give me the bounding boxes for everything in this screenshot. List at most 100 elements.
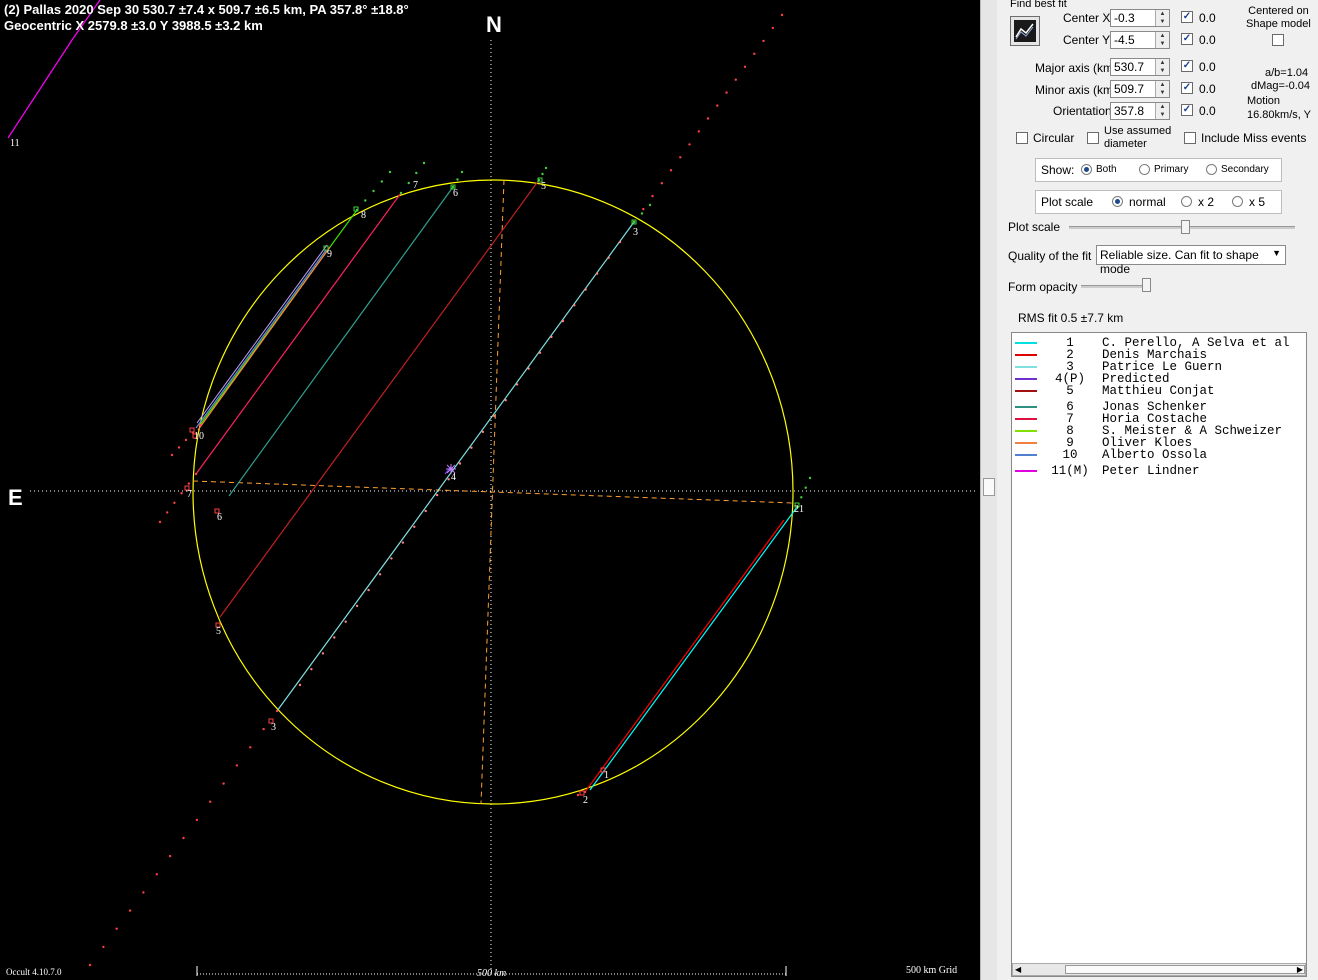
extension-dot xyxy=(808,476,812,480)
circular-checkbox[interactable] xyxy=(1016,132,1028,144)
extension-dot xyxy=(632,220,636,224)
chord-label: 3 xyxy=(633,227,638,238)
scroll-left-icon[interactable]: ◀ xyxy=(1015,965,1021,974)
form-opacity-label: Form opacity xyxy=(1008,280,1078,294)
extension-dot xyxy=(541,172,544,176)
extension-dot xyxy=(743,65,747,69)
extension-dot xyxy=(422,161,426,165)
center-y-fit-checkbox[interactable]: ✓ xyxy=(1181,33,1193,45)
find-best-fit-button[interactable] xyxy=(1010,16,1040,46)
north-label: N xyxy=(486,12,502,37)
major-axis-input[interactable]: 530.7 ▲ ▼ xyxy=(1110,58,1170,76)
center-x-fit-checkbox[interactable]: ✓ xyxy=(1181,11,1193,23)
grid-label: 500 km Grid xyxy=(906,965,958,976)
legend-number: 5 xyxy=(1066,384,1074,398)
extension-dot xyxy=(298,683,302,687)
extension-dot xyxy=(344,620,347,623)
extension-dot xyxy=(460,170,464,174)
legend-color-swatch xyxy=(1015,470,1037,472)
observer-legend[interactable]: 1 C. Perello, A Selva et al 2 Denis Marchai… xyxy=(1011,332,1307,977)
scrollbar-thumb[interactable] xyxy=(983,478,995,496)
extension-dot xyxy=(538,351,542,354)
chord-label: 6 xyxy=(453,188,458,199)
extension-dot xyxy=(355,604,359,608)
extension-dot xyxy=(435,493,439,497)
form-opacity-slider-thumb[interactable] xyxy=(1142,278,1151,292)
extension-dot xyxy=(771,26,774,30)
minor-axis-value: 509.7 xyxy=(1114,82,1145,96)
scrollbar-thumb[interactable] xyxy=(1065,965,1305,974)
extension-dot xyxy=(640,212,644,215)
legend-color-swatch xyxy=(1015,378,1037,380)
center-y-input[interactable]: -4.5 ▲ ▼ xyxy=(1110,31,1170,49)
extension-dot xyxy=(115,927,118,930)
legend-number: 11(M) xyxy=(1051,464,1089,478)
extension-dot xyxy=(102,945,105,949)
extension-dot xyxy=(198,423,202,427)
extension-dot xyxy=(180,492,183,495)
legend-row[interactable]: 5 Matthieu Conjat xyxy=(1012,384,1306,398)
legend-observer-name: Alberto Ossola xyxy=(1102,448,1208,462)
minor-axis-input[interactable]: 509.7 ▲ ▼ xyxy=(1110,80,1170,98)
east-label: E xyxy=(8,485,23,510)
center-x-input[interactable]: -0.3 ▲ ▼ xyxy=(1110,9,1170,27)
show-secondary-radio[interactable] xyxy=(1206,164,1217,175)
legend-row[interactable]: 11(M) Peter Lindner xyxy=(1012,464,1306,478)
spin-arrows-icon[interactable]: ▲ ▼ xyxy=(1155,81,1169,97)
spin-arrows-icon[interactable]: ▲ ▼ xyxy=(1155,59,1169,75)
orientation-label: Orientation xyxy=(1053,104,1112,118)
scale-x5-radio[interactable] xyxy=(1232,196,1243,207)
chord-label: 4 xyxy=(451,472,456,483)
scroll-right-icon[interactable]: ▶ xyxy=(1297,965,1303,974)
extension-dot xyxy=(333,636,336,639)
extension-dot xyxy=(413,525,416,528)
show-group: Show: Both Primary Secondary xyxy=(1035,158,1282,182)
header-line-1: (2) Pallas 2020 Sep 30 530.7 ±7.4 x 509.… xyxy=(4,2,409,17)
extension-dot xyxy=(209,800,212,803)
extension-dot xyxy=(470,446,473,449)
include-miss-checkbox[interactable] xyxy=(1184,132,1196,144)
form-opacity-slider[interactable] xyxy=(1081,285,1146,288)
extension-dot xyxy=(573,304,576,307)
chord-label: 3 xyxy=(271,722,276,733)
extension-dot xyxy=(222,782,225,785)
minor-axis-fit-checkbox[interactable]: ✓ xyxy=(1181,82,1193,94)
show-primary-radio[interactable] xyxy=(1139,164,1150,175)
extension-dot xyxy=(716,104,719,107)
spin-arrows-icon[interactable]: ▲ ▼ xyxy=(1155,32,1169,48)
legend-horizontal-scrollbar[interactable]: ◀ ▶ xyxy=(1012,963,1306,976)
spin-arrows-icon[interactable]: ▲ ▼ xyxy=(1155,103,1169,119)
scale-normal-radio[interactable] xyxy=(1112,196,1123,207)
center-y-value: -4.5 xyxy=(1114,33,1135,47)
show-both-radio[interactable] xyxy=(1081,164,1092,175)
chord-label: 1 xyxy=(604,770,609,781)
extension-dot xyxy=(155,873,158,876)
extension-dot xyxy=(584,288,587,291)
center-y-label: Center Y xyxy=(1063,33,1111,47)
plot-scale-slider-thumb[interactable] xyxy=(1181,220,1190,234)
use-assumed-diameter-checkbox[interactable] xyxy=(1087,132,1099,144)
spin-arrows-icon[interactable]: ▲ ▼ xyxy=(1155,10,1169,26)
plot-canvas xyxy=(7,0,978,976)
legend-row[interactable]: 10 Alberto Ossola xyxy=(1012,448,1306,462)
scale-x2-label: x 2 xyxy=(1198,195,1215,209)
scale-x2-radio[interactable] xyxy=(1181,196,1192,207)
legend-color-swatch xyxy=(1015,366,1037,368)
extension-dot xyxy=(595,272,599,275)
major-axis-fit-checkbox[interactable]: ✓ xyxy=(1181,60,1193,72)
extension-dot xyxy=(544,166,548,170)
centered-on-shape-checkbox[interactable] xyxy=(1272,34,1284,46)
chord-label: 10 xyxy=(194,431,204,442)
include-miss-label: Include Miss events xyxy=(1201,131,1307,145)
plot-vertical-scrollbar[interactable] xyxy=(980,0,997,980)
event-markers xyxy=(184,177,800,796)
extension-dot xyxy=(88,963,92,967)
extension-dot xyxy=(177,446,181,449)
extension-dot xyxy=(364,199,367,202)
quality-dropdown[interactable]: Reliable size. Can fit to shape mode ▼ xyxy=(1096,245,1286,276)
legend-color-swatch xyxy=(1015,454,1037,456)
occultation-plot[interactable]: (2) Pallas 2020 Sep 30 530.7 ±7.4 x 509.… xyxy=(0,0,980,980)
extension-dot xyxy=(166,511,169,514)
orientation-fit-checkbox[interactable]: ✓ xyxy=(1181,104,1193,116)
orientation-input[interactable]: 357.8 ▲ ▼ xyxy=(1110,102,1170,120)
